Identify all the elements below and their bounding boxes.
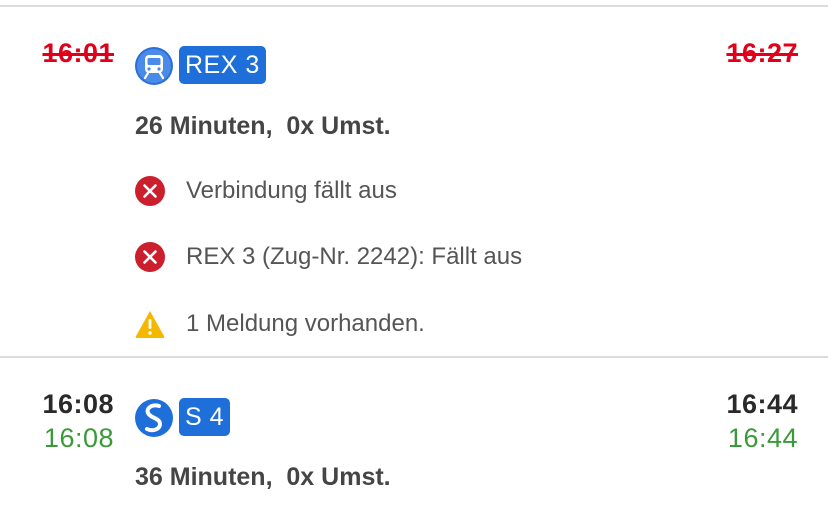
warning-icon <box>135 311 165 338</box>
train-icon <box>135 47 173 85</box>
notice-text: Verbindung fällt aus <box>186 177 397 204</box>
departure-time-realtime: 16:08 <box>43 423 114 453</box>
line-badge: REX 3 <box>179 46 266 84</box>
notice-text: REX 3 (Zug-Nr. 2242): Fällt aus <box>186 243 523 270</box>
duration-transfers: 26 Minuten, 0x Umst. <box>135 112 391 140</box>
departure-time-cancelled: 16:01 <box>42 38 114 68</box>
line-badge: S 4 <box>179 398 231 436</box>
arrival-time-realtime: 16:44 <box>727 423 798 453</box>
s-bahn-icon <box>135 399 173 437</box>
arrival-time: 16:44 <box>726 389 798 419</box>
notice-cancelled: Verbindung fällt aus <box>134 174 397 208</box>
arrival-time-cancelled: 16:27 <box>726 38 798 68</box>
notice-text: 1 Meldung vorhanden. <box>186 310 425 337</box>
notice-train-cancelled: REX 3 (Zug-Nr. 2242): Fällt aus <box>134 240 522 274</box>
error-icon <box>135 242 165 272</box>
connection-item-rex3[interactable]: 16:01 REX 3 16:27 26 Minuten, 0x Umst. V… <box>0 0 828 356</box>
error-icon <box>135 176 165 206</box>
departure-time: 16:08 <box>42 389 114 419</box>
connection-list: 16:01 REX 3 16:27 26 Minuten, 0x Umst. V… <box>0 0 828 513</box>
notice-message[interactable]: 1 Meldung vorhanden. <box>134 307 425 341</box>
duration-transfers: 36 Minuten, 0x Umst. <box>135 463 391 491</box>
connection-item-s4[interactable]: 16:08 16:08 S 4 16:44 16:44 36 Minuten, … <box>0 358 828 513</box>
